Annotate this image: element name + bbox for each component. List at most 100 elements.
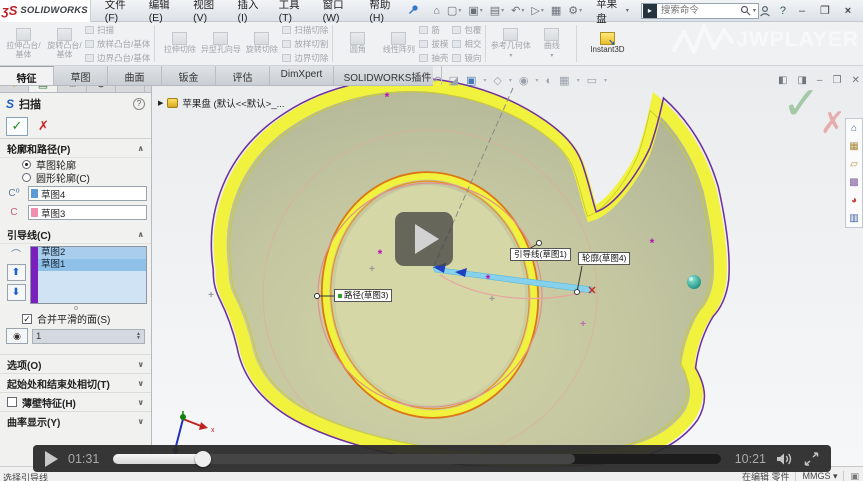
menu-file[interactable]: 文件(F): [97, 0, 141, 27]
tab-evaluate[interactable]: 评估: [216, 66, 270, 85]
guide-curves-list[interactable]: 草图2 草图1: [30, 246, 147, 304]
checkbox-unchecked-icon[interactable]: [7, 397, 17, 407]
edit-appearance-icon[interactable]: ◐: [546, 75, 553, 87]
pin-menu-icon[interactable]: [408, 2, 419, 20]
checkbox-checked-icon[interactable]: ✓: [22, 314, 32, 324]
fillet-button[interactable]: 圆角: [337, 32, 378, 55]
tab-features[interactable]: 特征: [0, 66, 54, 85]
mirror-button[interactable]: 镜向: [452, 52, 481, 64]
shell-button[interactable]: 抽壳: [419, 52, 448, 64]
spinner-arrows-icon[interactable]: ▲▼: [136, 332, 141, 340]
loft-boss-button[interactable]: 放样凸台/基体: [85, 38, 150, 50]
expand-chevron-icon[interactable]: ∨: [138, 360, 145, 369]
menu-edit[interactable]: 编辑(E): [141, 0, 185, 27]
units-selector[interactable]: MMGS ▾: [802, 471, 837, 481]
curves-button[interactable]: 曲线▾: [531, 28, 572, 59]
command-search[interactable]: ▸ ▾: [641, 3, 759, 19]
hole-wizard-button[interactable]: 异型孔向导: [200, 32, 241, 55]
show-sections-eye-icon[interactable]: ◉: [6, 328, 28, 344]
tree-expand-icon[interactable]: ▶: [158, 99, 163, 107]
expand-chevron-icon[interactable]: ∨: [138, 417, 145, 426]
section-thin-feature[interactable]: 薄壁特征(H)∨: [0, 392, 151, 411]
menu-view[interactable]: 视图(V): [185, 0, 229, 27]
doc-dock-right-icon[interactable]: ◨: [797, 75, 806, 86]
appearances-icon[interactable]: ◕: [851, 195, 857, 206]
graphics-viewport[interactable]: * * * * + + + +: [152, 66, 863, 466]
section-curvature-display[interactable]: 曲率显示(Y)∨: [0, 411, 151, 430]
tab-solidworks-addins[interactable]: SOLIDWORKS插件: [334, 66, 442, 85]
move-down-button[interactable]: ⬇: [7, 284, 26, 301]
save-icon[interactable]: ▣▾: [468, 4, 482, 17]
section-options[interactable]: 选项(O)∨: [0, 354, 151, 373]
confirm-cancel-icon[interactable]: ✗: [820, 106, 845, 141]
home-icon[interactable]: ⌂: [433, 5, 440, 17]
loft-cut-button[interactable]: 放样切割: [282, 38, 328, 50]
minimize-button[interactable]: –: [795, 5, 809, 17]
search-magnifier-icon[interactable]: [740, 5, 751, 16]
boundary-boss-button[interactable]: 边界凸台/基体: [85, 52, 150, 64]
extrude-boss-button[interactable]: 拉伸凸台/基体: [3, 28, 44, 59]
collapse-chevron-icon[interactable]: ∧: [138, 230, 145, 239]
rib-button[interactable]: 筋: [419, 24, 448, 36]
expand-chevron-icon[interactable]: ∨: [138, 398, 145, 407]
restore-button[interactable]: ❐: [818, 4, 832, 17]
section-guide-curves[interactable]: 引导线(C) ∧: [0, 225, 151, 244]
section-start-end-tangency[interactable]: 起始处和结束处相切(T)∨: [0, 373, 151, 392]
list-resize-grip[interactable]: [0, 304, 151, 311]
section-profile-path[interactable]: 轮廓和路径(P) ∧: [0, 139, 151, 158]
doc-dock-left-icon[interactable]: ◧: [778, 75, 787, 86]
radio-icon[interactable]: [22, 173, 31, 182]
tab-sketch[interactable]: 草图: [54, 66, 108, 85]
feature-tree-flyout[interactable]: ▶ 苹果盘 (默认<<默认>_...: [158, 96, 285, 110]
options-gear-icon[interactable]: ⚙▾: [568, 4, 582, 17]
doc-minimize-icon[interactable]: –: [817, 75, 823, 86]
wrap-button[interactable]: 包覆: [452, 24, 481, 36]
view-settings-icon[interactable]: ▭: [587, 74, 597, 87]
custom-properties-icon[interactable]: ▥: [849, 213, 858, 224]
revolve-cut-button[interactable]: 旋转切除: [241, 32, 282, 55]
section-view-icon[interactable]: ◪: [449, 74, 459, 87]
print-icon[interactable]: ▤▾: [490, 4, 504, 17]
fullscreen-icon[interactable]: [804, 452, 819, 466]
apply-scene-icon[interactable]: ▦: [559, 74, 569, 87]
radio-circular-profile[interactable]: 圆形轮廓(C): [0, 171, 151, 184]
close-button[interactable]: ×: [841, 5, 855, 17]
boundary-cut-button[interactable]: 边界切除: [282, 52, 328, 64]
path-field[interactable]: 草图3: [28, 205, 147, 220]
intersect-button[interactable]: 相交: [452, 38, 481, 50]
collapse-chevron-icon[interactable]: ∧: [138, 144, 145, 153]
home-tab-icon[interactable]: ⌂: [851, 123, 857, 134]
menu-tools[interactable]: 工具(T): [271, 0, 315, 27]
move-up-button[interactable]: ⬆: [7, 264, 26, 281]
document-title-dropdown-icon[interactable]: ▾: [626, 7, 629, 14]
video-progress-bar[interactable]: [113, 454, 720, 464]
guide-list-item[interactable]: 草图2: [38, 247, 146, 259]
panel-help-icon[interactable]: ?: [133, 98, 145, 110]
doc-restore-icon[interactable]: ❐: [832, 75, 841, 86]
profile-field[interactable]: 草图4: [28, 186, 147, 201]
tab-sheet-metal[interactable]: 钣金: [162, 66, 216, 85]
video-play-button[interactable]: [45, 451, 58, 467]
menu-insert[interactable]: 插入(I): [230, 0, 271, 27]
instant3d-button[interactable]: Instant3D: [581, 32, 633, 55]
video-play-overlay-button[interactable]: [395, 212, 453, 266]
display-style-icon[interactable]: ◇: [493, 74, 501, 87]
extrude-cut-button[interactable]: 拉伸切除: [159, 32, 200, 55]
volume-icon[interactable]: [776, 452, 794, 466]
video-scrubber-knob[interactable]: [195, 451, 211, 467]
merge-smooth-faces-checkbox[interactable]: ✓ 合并平滑的面(S): [0, 311, 151, 326]
menu-window[interactable]: 窗口(W): [315, 0, 362, 27]
status-grid-icon[interactable]: ▣: [850, 471, 859, 481]
search-input[interactable]: [659, 4, 740, 17]
menu-help[interactable]: 帮助(H): [361, 0, 406, 27]
design-library-icon[interactable]: ▦: [849, 141, 858, 152]
file-explorer-icon[interactable]: ▱: [850, 159, 858, 170]
reference-geometry-button[interactable]: 参考几何体▾: [490, 28, 531, 59]
hide-show-items-icon[interactable]: ◉: [519, 74, 529, 87]
revolve-boss-button[interactable]: 旋转凸台/基体: [44, 28, 85, 59]
tab-surfaces[interactable]: 曲面: [108, 66, 162, 85]
undo-icon[interactable]: ↶▾: [511, 4, 524, 17]
radio-selected-icon[interactable]: [22, 160, 31, 169]
search-dropdown-icon[interactable]: ▾: [751, 7, 758, 14]
help-icon[interactable]: ?: [780, 5, 786, 17]
